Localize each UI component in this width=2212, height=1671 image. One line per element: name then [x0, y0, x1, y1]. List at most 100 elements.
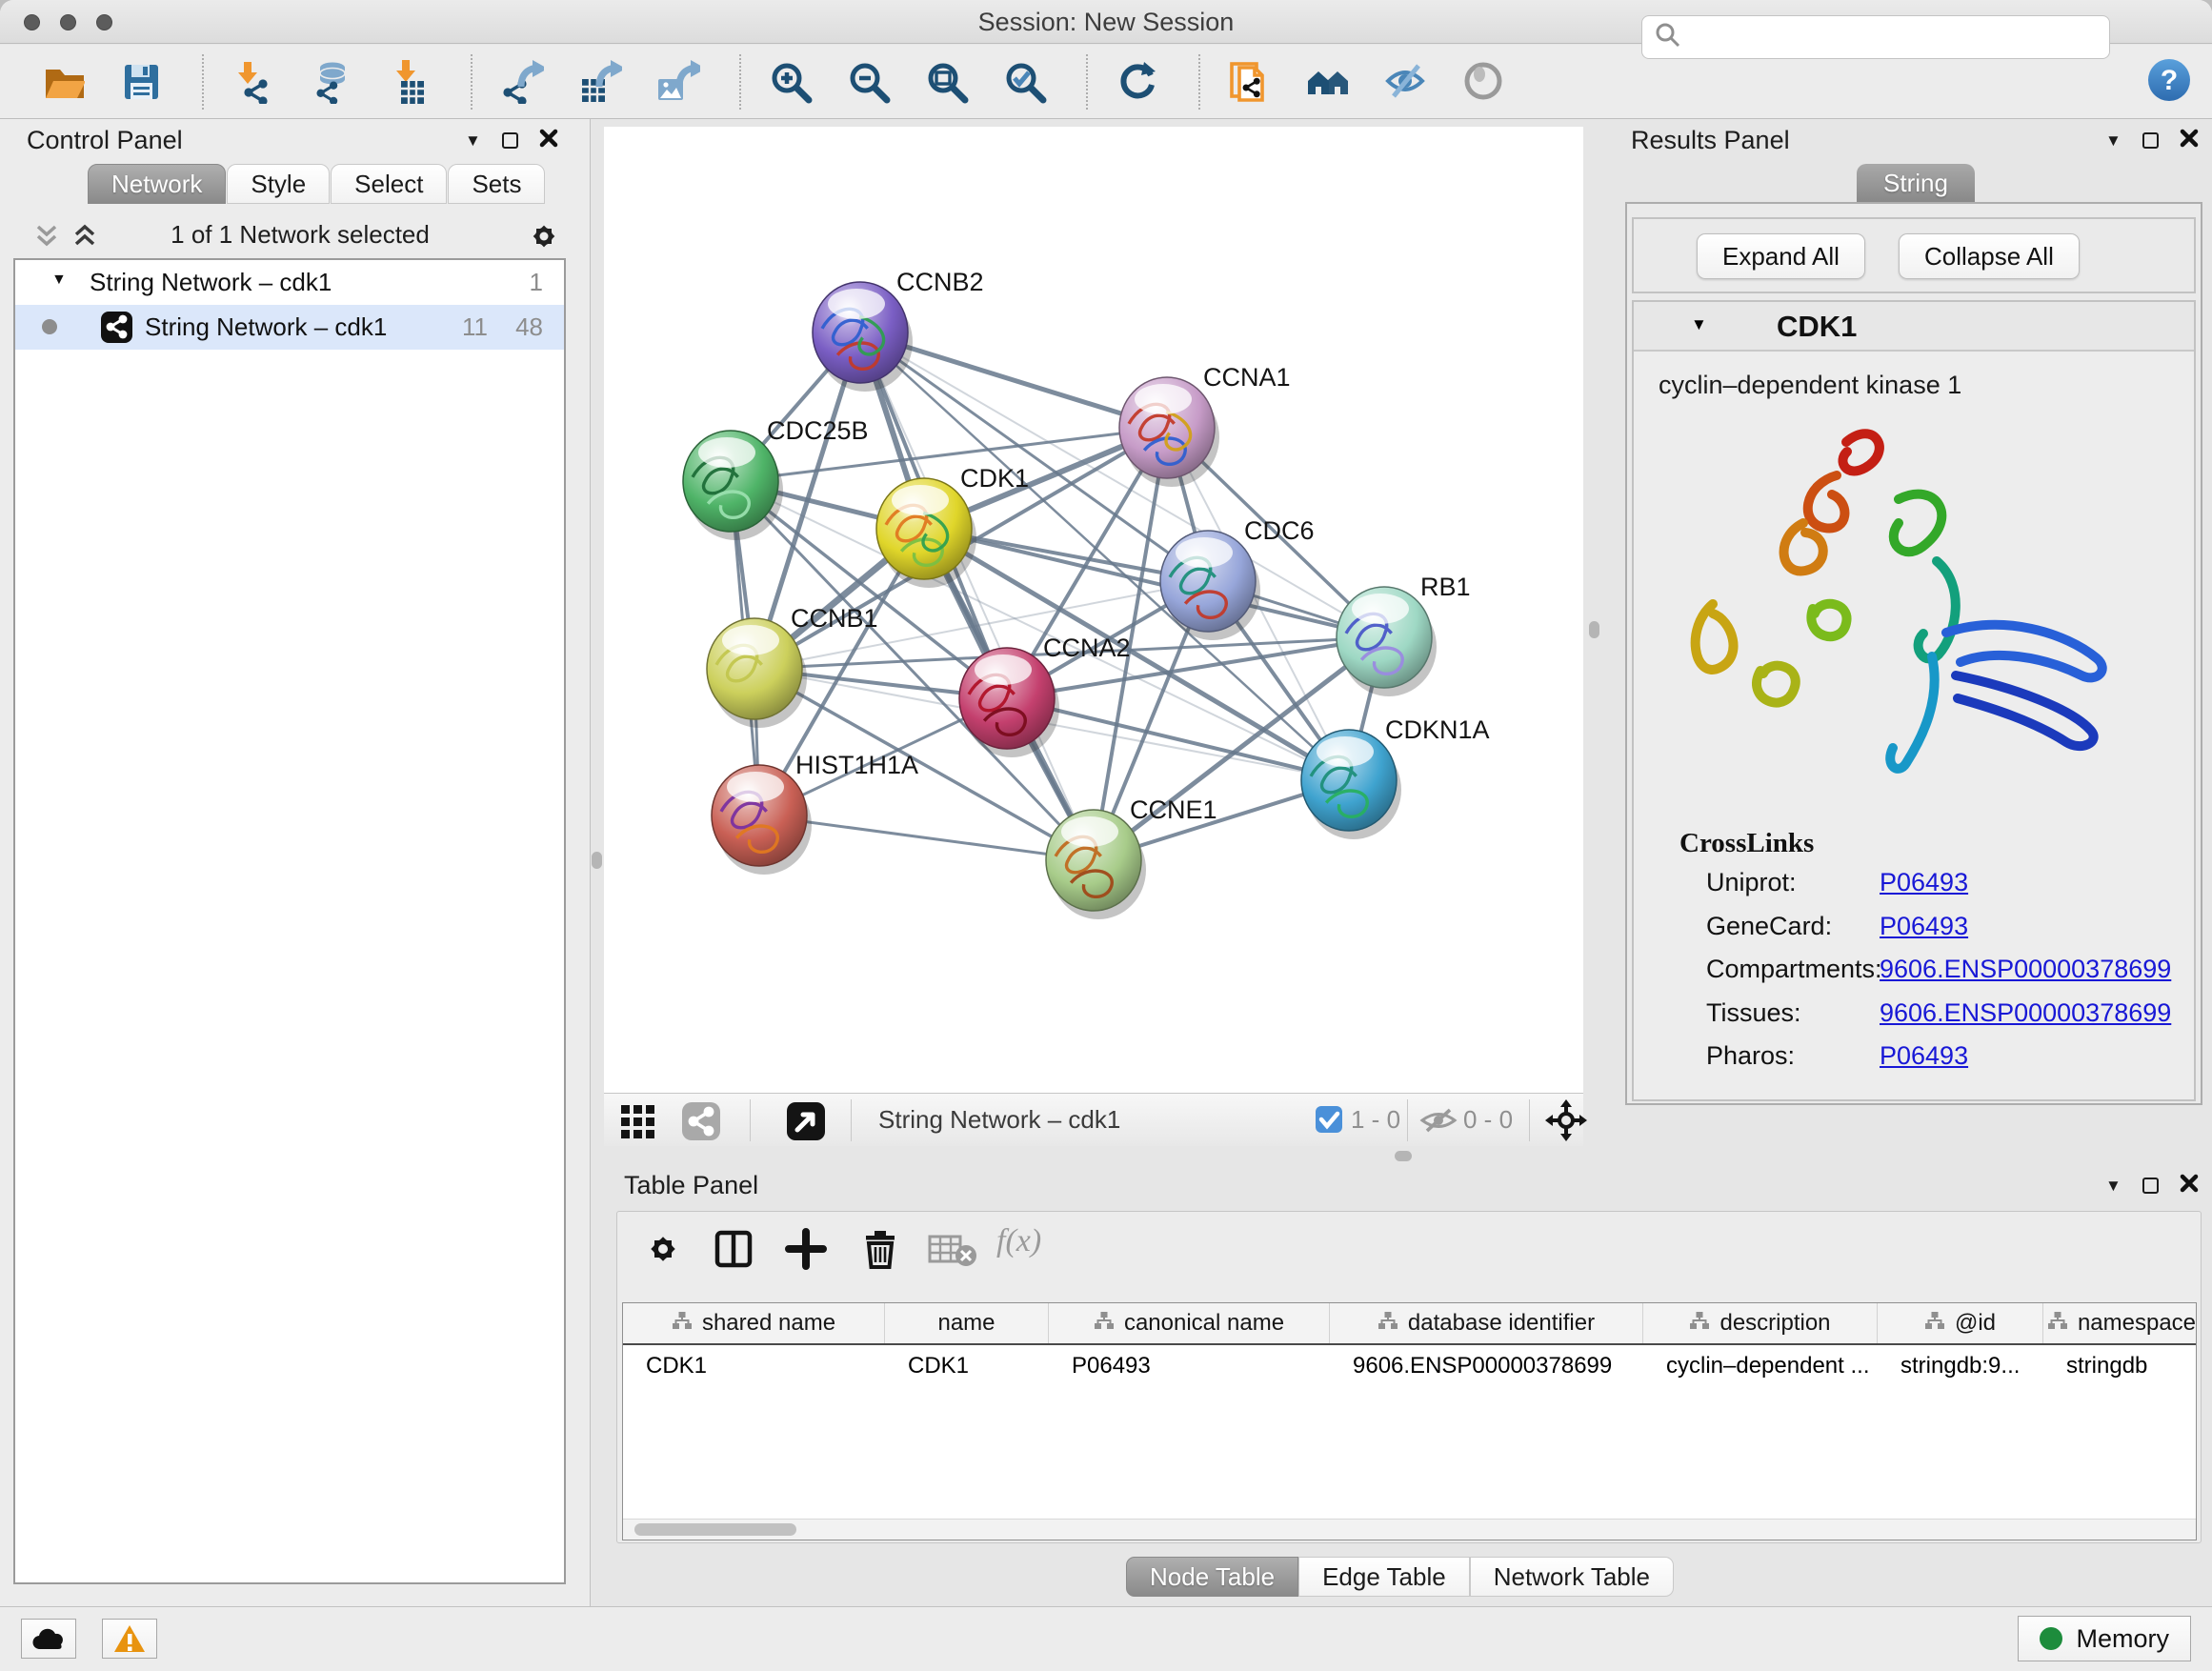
- table-panel-close-icon[interactable]: [2180, 1174, 2199, 1198]
- crosslink-link[interactable]: 9606.ENSP00000378699: [1880, 998, 2171, 1028]
- show-columns-icon[interactable]: [713, 1228, 754, 1275]
- selected-nodes-checkbox-icon[interactable]: [1315, 1105, 1343, 1138]
- edge-CDK1-RB1[interactable]: [924, 529, 1384, 637]
- table-row[interactable]: CDK1CDK1P064939606.ENSP00000378699cyclin…: [623, 1345, 2196, 1389]
- table-cell[interactable]: P06493: [1049, 1345, 1330, 1389]
- table-cell[interactable]: stringdb: [2043, 1345, 2197, 1389]
- tab-select[interactable]: Select: [331, 164, 447, 204]
- tab-node-table[interactable]: Node Table: [1126, 1557, 1298, 1597]
- table-options-gear-icon[interactable]: [642, 1228, 684, 1275]
- string-badge-icon[interactable]: [681, 1101, 721, 1146]
- column-header--id[interactable]: @id: [1878, 1303, 2043, 1343]
- function-builder-icon[interactable]: f(x): [996, 1223, 1041, 1259]
- tab-sets[interactable]: Sets: [448, 164, 545, 204]
- table-panel-float-icon[interactable]: [2142, 1178, 2159, 1194]
- zoom-out-icon[interactable]: [844, 57, 894, 107]
- node-HIST1H1A[interactable]: HIST1H1A: [712, 751, 918, 875]
- scrollbar-thumb[interactable]: [634, 1523, 796, 1536]
- crosslink-link[interactable]: P06493: [1880, 868, 1968, 897]
- network-options-gear-icon[interactable]: [526, 218, 562, 259]
- cloud-status-button[interactable]: [21, 1619, 76, 1659]
- add-column-icon[interactable]: [785, 1228, 827, 1275]
- crosslink-label: Pharos:: [1706, 1041, 1795, 1070]
- expand-all-button[interactable]: Expand All: [1697, 233, 1865, 279]
- warning-status-button[interactable]: [102, 1619, 157, 1659]
- delete-column-trash-icon[interactable]: [859, 1228, 901, 1275]
- collapse-all-networks-icon[interactable]: [32, 224, 61, 253]
- collapse-all-button[interactable]: Collapse All: [1899, 233, 2080, 279]
- column-header-name[interactable]: name: [885, 1303, 1049, 1343]
- hidden-eye-slash-icon[interactable]: [1419, 1106, 1458, 1139]
- open-file-icon[interactable]: [38, 57, 88, 107]
- save-session-icon[interactable]: [116, 57, 166, 107]
- node-CDC25B[interactable]: CDC25B: [683, 416, 869, 540]
- memory-button[interactable]: Memory: [2018, 1616, 2191, 1661]
- node-CDK1[interactable]: CDK1: [876, 464, 1029, 588]
- node-RB1[interactable]: RB1: [1337, 573, 1471, 696]
- tab-edge-table[interactable]: Edge Table: [1298, 1557, 1470, 1597]
- node-CDKN1A[interactable]: CDKN1A: [1301, 715, 1490, 839]
- collection-expand-icon[interactable]: ▼: [51, 272, 67, 289]
- fit-content-crosshair-icon[interactable]: [1545, 1099, 1587, 1146]
- crosslink-link[interactable]: P06493: [1880, 1041, 1968, 1071]
- tab-string[interactable]: String: [1857, 164, 1975, 204]
- search-input[interactable]: [1682, 23, 2082, 51]
- results-panel-menu-icon[interactable]: ▼: [2105, 132, 2122, 149]
- import-network-icon[interactable]: [229, 57, 278, 107]
- export-network-icon[interactable]: [497, 57, 547, 107]
- entry-collapse-icon[interactable]: ▼: [1691, 315, 1707, 334]
- home-pair-icon[interactable]: [1303, 57, 1353, 107]
- table-cell[interactable]: CDK1: [885, 1345, 1049, 1389]
- crosslink-link[interactable]: P06493: [1880, 912, 1968, 941]
- export-table-icon[interactable]: [575, 57, 625, 107]
- node-CCNA1[interactable]: CCNA1: [1119, 363, 1291, 487]
- edge-CCNB2-CCNE1[interactable]: [860, 332, 1094, 860]
- tab-network-table[interactable]: Network Table: [1470, 1557, 1674, 1597]
- export-image-icon[interactable]: [654, 57, 703, 107]
- control-panel-float-icon[interactable]: [502, 132, 518, 149]
- column-header-namespace[interactable]: namespace: [2043, 1303, 2197, 1343]
- column-header-description[interactable]: description: [1643, 1303, 1878, 1343]
- network-collection-row[interactable]: ▼ String Network – cdk1 1: [15, 260, 564, 305]
- delete-table-icon[interactable]: [928, 1235, 977, 1272]
- table-cell[interactable]: CDK1: [623, 1345, 885, 1389]
- node-CCNB1[interactable]: CCNB1: [707, 604, 878, 728]
- share-document-icon[interactable]: [1225, 57, 1275, 107]
- tab-network[interactable]: Network: [88, 164, 226, 204]
- network-canvas[interactable]: CCNB2CCNA1CDC25BCDK1CDC6RB1CCNB1CCNA2CDK…: [604, 127, 1583, 1093]
- table-cell[interactable]: 9606.ENSP00000378699: [1330, 1345, 1643, 1389]
- preview-orb-icon[interactable]: [1459, 57, 1509, 107]
- table-horizontal-scrollbar[interactable]: [623, 1519, 2196, 1540]
- table-panel-menu-icon[interactable]: ▼: [2105, 1178, 2122, 1194]
- control-panel-menu-icon[interactable]: ▼: [465, 132, 481, 149]
- table-cell[interactable]: stringdb:9...: [1878, 1345, 2043, 1389]
- left-splitter-handle[interactable]: [592, 852, 602, 869]
- table-cell[interactable]: cyclin–dependent ...: [1643, 1345, 1878, 1389]
- zoom-selected-icon[interactable]: [1000, 57, 1050, 107]
- import-database-icon[interactable]: [307, 57, 356, 107]
- refresh-icon[interactable]: [1113, 57, 1162, 107]
- tab-style[interactable]: Style: [227, 164, 330, 204]
- control-panel-close-icon[interactable]: [539, 129, 558, 152]
- node-CDC6[interactable]: CDC6: [1160, 516, 1315, 640]
- node-CCNB2[interactable]: CCNB2: [813, 268, 984, 392]
- cdk1-entry-header[interactable]: ▼ CDK1: [1634, 302, 2194, 352]
- birds-eye-grid-icon[interactable]: [619, 1101, 659, 1144]
- bottom-splitter-handle[interactable]: [1395, 1151, 1412, 1161]
- import-table-icon[interactable]: [385, 57, 434, 107]
- column-header-shared-name[interactable]: shared name: [623, 1303, 885, 1343]
- results-panel-close-icon[interactable]: [2180, 129, 2199, 152]
- column-header-canonical-name[interactable]: canonical name: [1049, 1303, 1330, 1343]
- crosslink-link[interactable]: 9606.ENSP00000378699: [1880, 955, 2171, 984]
- column-header-database-identifier[interactable]: database identifier: [1330, 1303, 1643, 1343]
- open-in-new-window-icon[interactable]: [786, 1101, 826, 1146]
- hide-panels-eye-icon[interactable]: [1381, 57, 1431, 107]
- zoom-fit-icon[interactable]: [922, 57, 972, 107]
- zoom-in-icon[interactable]: [766, 57, 815, 107]
- right-splitter-handle[interactable]: [1589, 621, 1599, 638]
- search-box[interactable]: [1641, 15, 2110, 59]
- results-panel-float-icon[interactable]: [2142, 132, 2159, 149]
- expand-all-networks-icon[interactable]: [70, 224, 99, 253]
- help-button[interactable]: ?: [2147, 58, 2191, 102]
- network-row-selected[interactable]: String Network – cdk1 11 48: [15, 305, 564, 350]
